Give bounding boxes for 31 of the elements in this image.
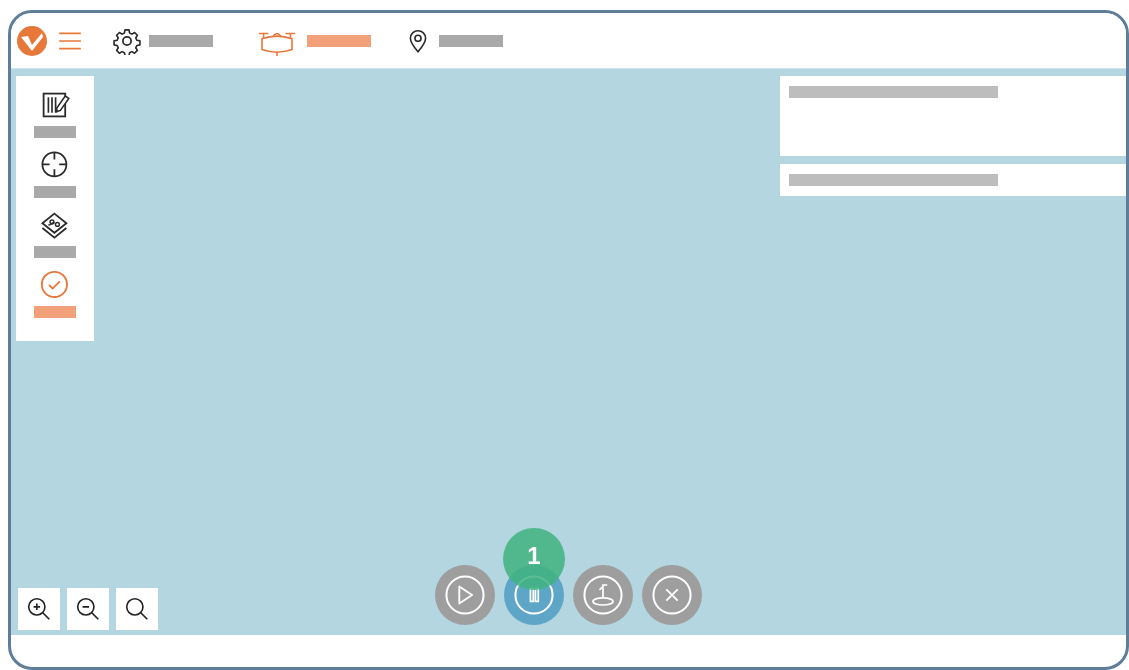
label-placeholder <box>34 246 76 258</box>
layers-icon <box>40 210 70 240</box>
count-badge: 1 <box>503 528 565 590</box>
zoom-button[interactable] <box>116 588 158 630</box>
zoom-button[interactable] <box>67 588 109 630</box>
zoom-out-icon <box>75 596 101 622</box>
label-placeholder <box>149 34 213 47</box>
settings-icon <box>113 26 141 55</box>
sidebar-item[interactable] <box>34 210 76 258</box>
label-placeholder <box>34 306 76 318</box>
label-placeholder <box>34 126 76 138</box>
sidebar-item[interactable] <box>34 150 76 198</box>
label-placeholder <box>307 34 371 47</box>
zoom-in-icon <box>26 596 52 622</box>
control-button[interactable] <box>435 565 495 625</box>
play-icon <box>445 575 485 615</box>
label-placeholder <box>34 186 76 198</box>
search-icon <box>124 596 150 622</box>
zoom-button[interactable] <box>18 588 60 630</box>
control-button[interactable] <box>573 565 633 625</box>
landing-icon <box>583 575 623 615</box>
control-button[interactable] <box>642 565 702 625</box>
label-placeholder <box>439 34 503 47</box>
crosshair-icon <box>40 150 70 180</box>
clipboard-pencil-icon <box>40 90 70 120</box>
nav-tab[interactable] <box>113 26 213 55</box>
logo-icon <box>16 24 48 57</box>
check-circle-icon <box>40 270 70 300</box>
sidebar-item[interactable] <box>34 90 76 138</box>
close-icon <box>652 575 692 615</box>
map-area[interactable]: 1 <box>11 69 1126 635</box>
